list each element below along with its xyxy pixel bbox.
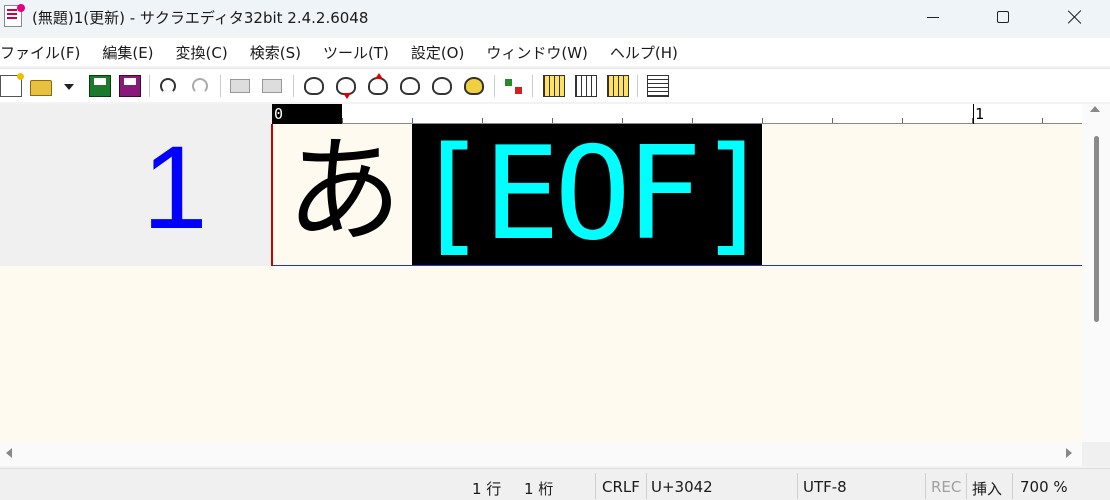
toolbar-separator bbox=[494, 75, 495, 97]
jump-forward-icon[interactable] bbox=[262, 79, 282, 93]
jump-back-icon[interactable] bbox=[230, 79, 250, 93]
search-prev-icon[interactable] bbox=[368, 73, 388, 95]
window-list-icon[interactable] bbox=[647, 75, 669, 97]
status-separator bbox=[646, 473, 647, 499]
app-icon[interactable] bbox=[4, 4, 25, 27]
status-separator bbox=[595, 473, 596, 499]
text-caret bbox=[271, 124, 273, 266]
ruler-label-start: 0 bbox=[274, 105, 284, 123]
status-separator bbox=[925, 473, 926, 499]
menu-search[interactable]: 検索(S) bbox=[239, 42, 312, 63]
undo-icon[interactable] bbox=[160, 78, 176, 94]
menu-bar: ファイル(F) 編集(E) 変換(C) 検索(S) ツール(T) 設定(O) ウ… bbox=[0, 38, 1110, 66]
toolbar-separator bbox=[637, 75, 638, 97]
open-folder-icon[interactable] bbox=[30, 80, 52, 96]
close-button[interactable] bbox=[1052, 0, 1098, 34]
search-icon[interactable] bbox=[304, 77, 324, 95]
toolbar-separator bbox=[149, 75, 150, 97]
window-title: (無題)1(更新) - サクラエディタ32bit 2.4.2.6048 bbox=[32, 9, 369, 27]
outline-icon[interactable] bbox=[503, 77, 525, 97]
menu-help[interactable]: ヘルプ(H) bbox=[599, 42, 689, 63]
status-column: 1 桁 bbox=[524, 480, 554, 498]
dropdown-caret-icon[interactable] bbox=[64, 84, 74, 90]
eof-marker: [EOF] bbox=[412, 124, 762, 265]
sakura-editor-window: (無題)1(更新) - サクラエディタ32bit 2.4.2.6048 ファイル… bbox=[0, 0, 1110, 500]
minimize-button[interactable] bbox=[910, 0, 956, 34]
toolbar-separator bbox=[220, 75, 221, 97]
search-clear-icon[interactable] bbox=[432, 77, 452, 95]
maximize-button[interactable] bbox=[980, 0, 1026, 34]
grep-icon[interactable] bbox=[464, 77, 484, 95]
scrollbar-corner bbox=[1082, 442, 1110, 466]
column-ruler bbox=[272, 104, 1082, 124]
vertical-scrollbar[interactable] bbox=[1082, 104, 1110, 442]
status-separator bbox=[1012, 473, 1013, 499]
menu-convert[interactable]: 変換(C) bbox=[165, 42, 239, 63]
toolbar bbox=[0, 68, 1110, 102]
close-icon bbox=[1068, 10, 1082, 24]
save-as-icon[interactable] bbox=[119, 75, 141, 97]
font-settings-icon[interactable] bbox=[607, 75, 629, 97]
menu-file[interactable]: ファイル(F) bbox=[0, 42, 91, 63]
toolbar-separator bbox=[532, 75, 533, 97]
scroll-up-icon[interactable] bbox=[1090, 106, 1100, 112]
menu-window[interactable]: ウィンドウ(W) bbox=[475, 42, 599, 63]
ruler-label-next: 1 bbox=[975, 105, 985, 123]
common-settings-icon[interactable] bbox=[575, 75, 597, 97]
type-settings-icon[interactable] bbox=[543, 75, 565, 97]
status-eol[interactable]: CRLF bbox=[602, 478, 640, 496]
menu-tools[interactable]: ツール(T) bbox=[312, 42, 400, 63]
status-insert-mode[interactable]: 挿入 bbox=[972, 478, 1002, 499]
status-rec: REC bbox=[931, 478, 962, 496]
maximize-icon bbox=[997, 11, 1009, 23]
toolbar-separator bbox=[293, 75, 294, 97]
status-row: 1 行 bbox=[472, 480, 502, 498]
status-separator bbox=[966, 473, 967, 499]
status-encoding[interactable]: UTF-8 bbox=[803, 478, 847, 496]
search-next-icon[interactable] bbox=[336, 77, 356, 99]
status-codepoint: U+3042 bbox=[651, 478, 713, 496]
search-mark-icon[interactable] bbox=[400, 77, 420, 95]
text-content[interactable]: あ bbox=[286, 122, 402, 262]
scroll-left-icon[interactable] bbox=[6, 448, 12, 458]
minimize-icon bbox=[927, 16, 939, 18]
save-icon[interactable] bbox=[89, 75, 111, 97]
status-separator bbox=[797, 473, 798, 499]
redo-icon[interactable] bbox=[192, 78, 208, 94]
status-zoom: 700 % bbox=[1020, 478, 1068, 496]
ruler-tick-major bbox=[973, 104, 974, 124]
vertical-scroll-thumb[interactable] bbox=[1094, 136, 1099, 322]
status-bar: 1 行 1 桁 CRLF U+3042 UTF-8 REC 挿入 700 % bbox=[0, 468, 1110, 500]
new-document-icon[interactable] bbox=[0, 73, 24, 97]
horizontal-scrollbar[interactable] bbox=[0, 442, 1082, 466]
scroll-right-icon[interactable] bbox=[1066, 448, 1072, 458]
line-number: 1 bbox=[142, 122, 208, 254]
title-bar: (無題)1(更新) - サクラエディタ32bit 2.4.2.6048 bbox=[0, 0, 1110, 34]
menu-edit[interactable]: 編集(E) bbox=[91, 42, 164, 63]
menu-settings[interactable]: 設定(O) bbox=[400, 42, 476, 63]
